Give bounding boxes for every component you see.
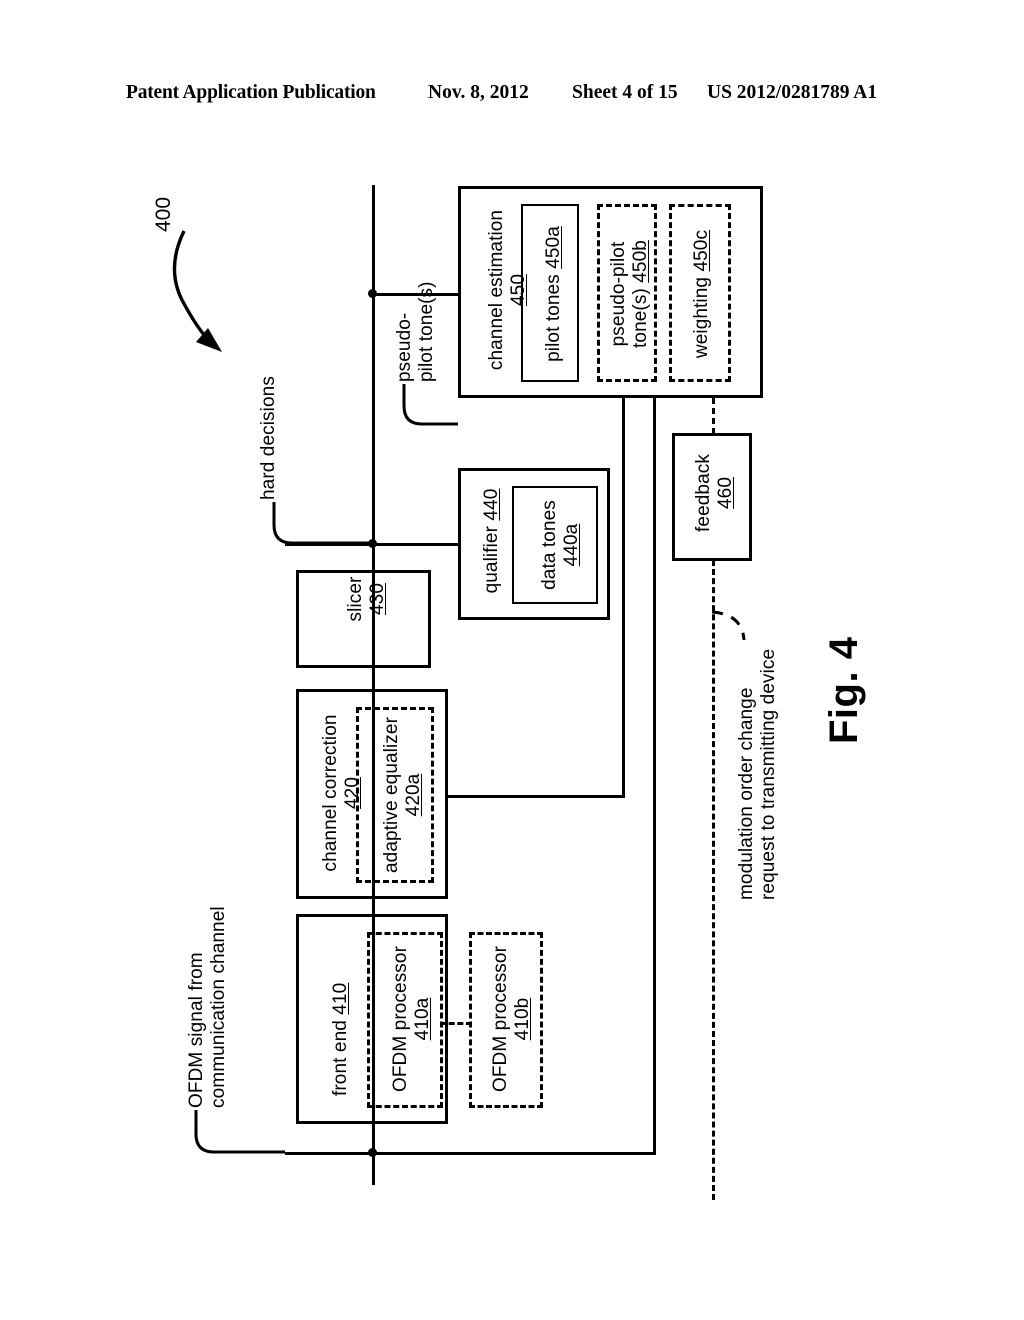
channel-estimation-return-vertical-line bbox=[653, 398, 656, 1155]
feedback-title: feedback bbox=[693, 454, 714, 532]
callout-pseudo-pilot-line2: pilot tone(s) bbox=[416, 281, 438, 382]
callout-modulation-request-line2: request to transmitting device bbox=[758, 648, 780, 900]
front-end-title: front end bbox=[330, 1014, 351, 1096]
callout-input-signal-line2: communication channel bbox=[208, 906, 230, 1108]
patent-figure-page: Patent Application Publication Nov. 8, 2… bbox=[0, 0, 1024, 1320]
channel-correction-title: channel correction bbox=[320, 714, 341, 872]
equalizer-update-horizontal-line bbox=[447, 795, 625, 798]
ofdm-processor-a-ref: 410a bbox=[412, 997, 434, 1041]
front-end-ref: 410 bbox=[330, 982, 351, 1015]
leader-line-hard-decisions bbox=[272, 502, 372, 545]
reference-numeral-400-arrowhead bbox=[196, 328, 222, 352]
equalizer-update-vertical-line bbox=[622, 398, 625, 797]
callout-pseudo-pilot-line1: pseudo- bbox=[394, 312, 415, 382]
slicer-ref: 430 bbox=[367, 583, 389, 616]
data-tones-title: data tones bbox=[539, 500, 560, 590]
adaptive-equalizer-title: adaptive equalizer bbox=[381, 716, 402, 874]
leader-line-pseudo-pilot bbox=[402, 384, 458, 426]
block-qualifier-label: qualifier 440 bbox=[481, 471, 503, 611]
pseudo-pilot-title-line1: pseudo-pilot bbox=[608, 241, 629, 347]
callout-hard-decisions: hard decisions bbox=[258, 310, 280, 500]
block-pilot-tones-label: pilot tones 450a bbox=[543, 213, 565, 375]
block-front-end-label: front end 410 bbox=[330, 916, 352, 1096]
ofdm-processor-b-ref: 410b bbox=[512, 997, 534, 1041]
pseudo-pilot-ref: 450b bbox=[630, 240, 652, 283]
pilot-tones-title: pilot tones bbox=[543, 268, 564, 362]
block-weighting-label: weighting 450c bbox=[691, 213, 713, 375]
block-pseudo-pilot-tones-label: pseudo-pilot tone(s) 450b bbox=[608, 213, 652, 375]
block-ofdm-processor-a-label: OFDM processor 410a bbox=[390, 938, 434, 1100]
block-data-tones-label: data tones 440a bbox=[539, 493, 583, 597]
block-feedback-label: feedback 460 bbox=[693, 434, 737, 552]
callout-pseudo-pilot: pseudo- pilot tone(s) bbox=[394, 222, 438, 382]
callout-modulation-request: modulation order change request to trans… bbox=[736, 610, 780, 900]
reference-numeral-400-arrow-shaft bbox=[172, 230, 214, 346]
adaptive-equalizer-ref: 420a bbox=[403, 773, 425, 817]
data-tones-ref: 440a bbox=[561, 523, 583, 567]
junction-dot-channel-estimation bbox=[368, 289, 377, 298]
slicer-title: slicer bbox=[345, 576, 366, 622]
callout-input-signal: OFDM signal from communication channel bbox=[186, 838, 230, 1108]
channel-estimation-title: channel estimation bbox=[486, 209, 507, 371]
reference-numeral-400: 400 bbox=[152, 196, 175, 232]
feedback-out-dashed-line bbox=[712, 560, 715, 1200]
block-slicer-label: slicer 430 bbox=[345, 539, 389, 659]
weighting-title: weighting bbox=[691, 271, 712, 359]
callout-hard-decisions-line1: hard decisions bbox=[258, 376, 279, 500]
input-signal-line bbox=[285, 1152, 375, 1155]
figure-4-diagram: channel estimation 450 pilot tones 450a … bbox=[0, 0, 1024, 1320]
channel-estimation-return-bottom-line bbox=[372, 1152, 656, 1155]
pilot-tones-ref: 450a bbox=[543, 226, 564, 269]
callout-modulation-request-line1: modulation order change bbox=[736, 687, 757, 901]
callout-input-signal-line1: OFDM signal from bbox=[186, 952, 207, 1108]
ofdm-processor-b-title: OFDM processor bbox=[490, 945, 511, 1093]
junction-dot-front-end-output bbox=[368, 1148, 377, 1157]
block-adaptive-equalizer-label: adaptive equalizer 420a bbox=[381, 714, 425, 876]
qualifier-title: qualifier bbox=[481, 520, 502, 594]
ofdm-processor-a-title: OFDM processor bbox=[390, 945, 411, 1093]
block-ofdm-processor-b-label: OFDM processor 410b bbox=[490, 938, 534, 1100]
figure-caption: Fig. 4 bbox=[822, 636, 866, 744]
pseudo-pilot-title-line2: tone(s) bbox=[630, 282, 652, 348]
feedback-in-dashed-line bbox=[712, 398, 715, 434]
leader-line-input-signal bbox=[194, 1110, 285, 1154]
weighting-ref: 450c bbox=[691, 229, 712, 272]
qualifier-ref: 440 bbox=[481, 488, 502, 521]
feedback-ref: 460 bbox=[715, 477, 737, 510]
